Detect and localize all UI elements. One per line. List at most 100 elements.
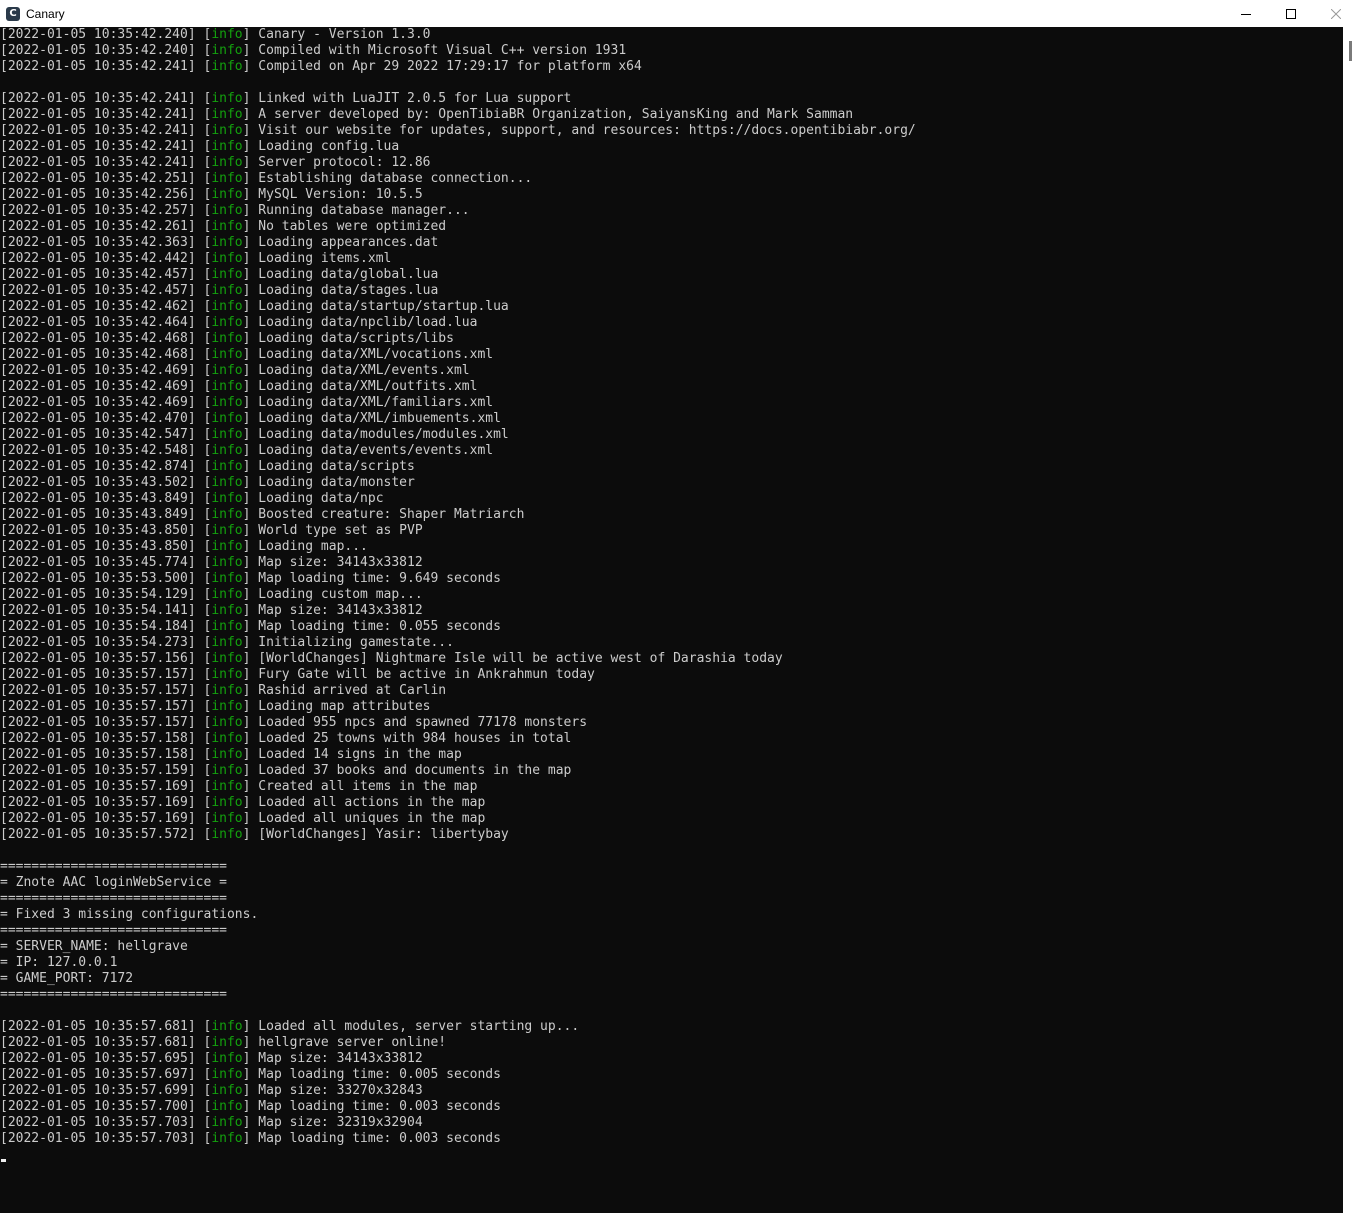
log-message: Compiled on Apr 29 2022 17:29:17 for pla… — [258, 59, 642, 74]
log-line: [2022-01-05 10:35:42.257] [info] Running… — [0, 203, 470, 218]
log-timestamp: [2022-01-05 10:35:42.468] — [0, 347, 196, 362]
log-message: Initializing gamestate... — [258, 635, 454, 650]
log-line: ============================= — [0, 859, 1343, 875]
log-line: [2022-01-05 10:35:43.502] [info] Loading… — [0, 475, 415, 490]
log-message: Loading data/modules/modules.xml — [258, 427, 509, 442]
log-message: Loading custom map... — [258, 587, 423, 602]
log-level: info — [211, 763, 243, 778]
close-button[interactable] — [1313, 0, 1358, 27]
log-timestamp: [2022-01-05 10:35:42.261] — [0, 219, 196, 234]
log-timestamp: [2022-01-05 10:35:42.547] — [0, 427, 196, 442]
minimize-icon — [1240, 13, 1251, 15]
log-level: info — [211, 91, 243, 106]
log-line: [2022-01-05 10:35:57.697] [info] Map loa… — [0, 1067, 501, 1082]
app-icon: C — [6, 6, 20, 21]
log-timestamp: [2022-01-05 10:35:42.251] — [0, 171, 196, 186]
maximize-button[interactable] — [1268, 0, 1313, 27]
log-line: [2022-01-05 10:35:42.251] [info] Establi… — [0, 171, 533, 186]
log-message: Loading appearances.dat — [258, 235, 439, 250]
log-timestamp: [2022-01-05 10:35:42.241] — [0, 123, 196, 138]
log-level: info — [211, 363, 243, 378]
log-line: [2022-01-05 10:35:43.849] [info] Boosted… — [0, 507, 525, 522]
log-line: [2022-01-05 10:35:43.849] [info] Loading… — [0, 491, 384, 506]
log-level: info — [211, 731, 243, 746]
log-message: Running database manager... — [258, 203, 470, 218]
log-line: [2022-01-05 10:35:57.157] [info] Rashid … — [0, 683, 447, 698]
log-line: [2022-01-05 10:35:57.159] [info] Loaded … — [0, 763, 572, 778]
log-level: info — [211, 1099, 243, 1114]
log-level: info — [211, 171, 243, 186]
log-line: [2022-01-05 10:35:57.158] [info] Loaded … — [0, 731, 572, 746]
minimize-button[interactable] — [1223, 0, 1268, 27]
log-level: info — [211, 603, 243, 618]
log-line: [2022-01-05 10:35:42.457] [info] Loading… — [0, 283, 439, 298]
log-line: [2022-01-05 10:35:42.241] [info] Server … — [0, 155, 431, 170]
log-line: [2022-01-05 10:35:57.169] [info] Created… — [0, 779, 478, 794]
log-message: Loading data/startup/startup.lua — [258, 299, 509, 314]
log-line: [2022-01-05 10:35:42.462] [info] Loading… — [0, 299, 509, 314]
log-timestamp: [2022-01-05 10:35:43.850] — [0, 539, 196, 554]
log-line: [2022-01-05 10:35:42.241] [info] Visit o… — [0, 123, 916, 138]
log-timestamp: [2022-01-05 10:35:57.158] — [0, 747, 196, 762]
log-line: [2022-01-05 10:35:42.240] [info] Compile… — [0, 43, 627, 58]
log-line: = Fixed 3 missing configurations. — [0, 907, 1343, 923]
log-line: [2022-01-05 10:35:42.469] [info] Loading… — [0, 395, 494, 410]
log-message: Loading config.lua — [258, 139, 400, 154]
log-timestamp: [2022-01-05 10:35:57.703] — [0, 1115, 196, 1130]
log-message: Compiled with Microsoft Visual C++ versi… — [258, 43, 627, 58]
log-line: [2022-01-05 10:35:57.572] [info] [WorldC… — [0, 827, 509, 842]
log-timestamp: [2022-01-05 10:35:57.681] — [0, 1035, 196, 1050]
log-level: info — [211, 587, 243, 602]
log-level: info — [211, 651, 243, 666]
log-level: info — [211, 379, 243, 394]
log-line: [2022-01-05 10:35:57.157] [info] Loaded … — [0, 715, 588, 730]
log-timestamp: [2022-01-05 10:35:42.241] — [0, 139, 196, 154]
log-message: Loaded all uniques in the map — [258, 811, 486, 826]
log-level: info — [211, 715, 243, 730]
log-line: [2022-01-05 10:35:54.184] [info] Map loa… — [0, 619, 501, 634]
log-level: info — [211, 123, 243, 138]
log-line: [2022-01-05 10:35:42.547] [info] Loading… — [0, 427, 509, 442]
title-bar[interactable]: C Canary — [0, 0, 1358, 27]
scrollbar-thumb[interactable] — [1349, 41, 1352, 61]
log-message: World type set as PVP — [258, 523, 423, 538]
log-line: [2022-01-05 10:35:54.129] [info] Loading… — [0, 587, 423, 602]
log-line: [2022-01-05 10:35:42.468] [info] Loading… — [0, 331, 454, 346]
log-message: Loading data/npclib/load.lua — [258, 315, 478, 330]
log-message: Loading data/XML/events.xml — [258, 363, 470, 378]
log-message: Loading data/global.lua — [258, 267, 439, 282]
log-timestamp: [2022-01-05 10:35:57.157] — [0, 683, 196, 698]
log-message: Loading data/scripts — [258, 459, 415, 474]
log-level: info — [211, 555, 243, 570]
log-line: [2022-01-05 10:35:57.156] [info] [WorldC… — [0, 651, 783, 666]
log-level: info — [211, 507, 243, 522]
log-text: ============================= — [0, 923, 227, 938]
log-timestamp: [2022-01-05 10:35:57.156] — [0, 651, 196, 666]
log-line: [2022-01-05 10:35:42.241] [info] Compile… — [0, 59, 642, 74]
vertical-scrollbar[interactable] — [1343, 27, 1358, 1213]
log-timestamp: [2022-01-05 10:35:42.462] — [0, 299, 196, 314]
log-message: Rashid arrived at Carlin — [258, 683, 447, 698]
log-text: ============================= — [0, 987, 227, 1002]
log-level: info — [211, 443, 243, 458]
maximize-icon — [1285, 8, 1296, 19]
log-line: [2022-01-05 10:35:42.469] [info] Loading… — [0, 379, 478, 394]
log-line: = GAME_PORT: 7172 — [0, 971, 1343, 987]
log-timestamp: [2022-01-05 10:35:57.703] — [0, 1131, 196, 1146]
log-level: info — [211, 1115, 243, 1130]
console-output[interactable]: [2022-01-05 10:35:42.240] [info] Canary … — [0, 27, 1343, 1213]
log-line: [2022-01-05 10:35:43.850] [info] Loading… — [0, 539, 368, 554]
log-text: ============================= — [0, 859, 227, 874]
log-level: info — [211, 539, 243, 554]
log-level: info — [211, 299, 243, 314]
log-message: hellgrave server online! — [258, 1035, 447, 1050]
log-timestamp: [2022-01-05 10:35:57.157] — [0, 699, 196, 714]
log-line: [2022-01-05 10:35:57.681] [info] hellgra… — [0, 1035, 447, 1050]
log-line: [2022-01-05 10:35:42.468] [info] Loading… — [0, 347, 494, 362]
log-message: MySQL Version: 10.5.5 — [258, 187, 423, 202]
log-level: info — [211, 827, 243, 842]
log-line: [2022-01-05 10:35:42.363] [info] Loading… — [0, 235, 439, 250]
log-timestamp: [2022-01-05 10:35:42.469] — [0, 395, 196, 410]
log-level: info — [211, 683, 243, 698]
